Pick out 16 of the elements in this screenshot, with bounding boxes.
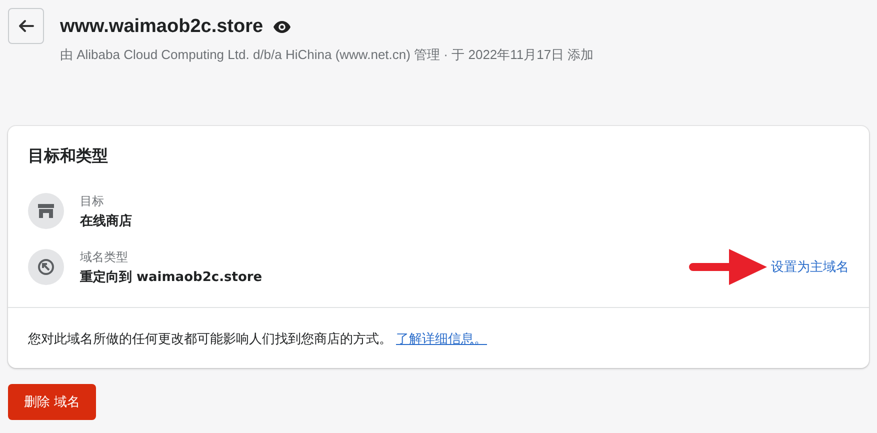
row-label: 目标 (80, 192, 105, 210)
row-label: 域名类型 (80, 248, 129, 266)
domain-subtitle: 由 Alibaba Cloud Computing Ltd. d/b/a HiChina (www.net.cn) 管理 · 于 2022年11月17日 添加 (60, 46, 594, 64)
row-value: 在线商店 (80, 212, 132, 230)
set-primary-link[interactable]: 设置为主域名 (771, 258, 849, 276)
learn-more-link[interactable]: 了解详细信息。 (396, 332, 487, 347)
footer-text: 您对此域名所做的任何更改都可能影响人们找到您商店的方式。 了解详细信息。 (28, 332, 487, 347)
domain-title: www.waimaob2c.store (60, 16, 264, 38)
eye-icon[interactable] (273, 21, 292, 33)
card-title: 目标和类型 (28, 146, 109, 167)
back-arrow-icon (17, 17, 35, 35)
store-icon (28, 193, 64, 229)
back-button[interactable] (8, 8, 44, 44)
delete-domain-button[interactable]: 删除 域名 (8, 384, 96, 420)
row-value: 重定向到 waimaob2c.store (80, 268, 262, 286)
redirect-icon (28, 249, 64, 285)
